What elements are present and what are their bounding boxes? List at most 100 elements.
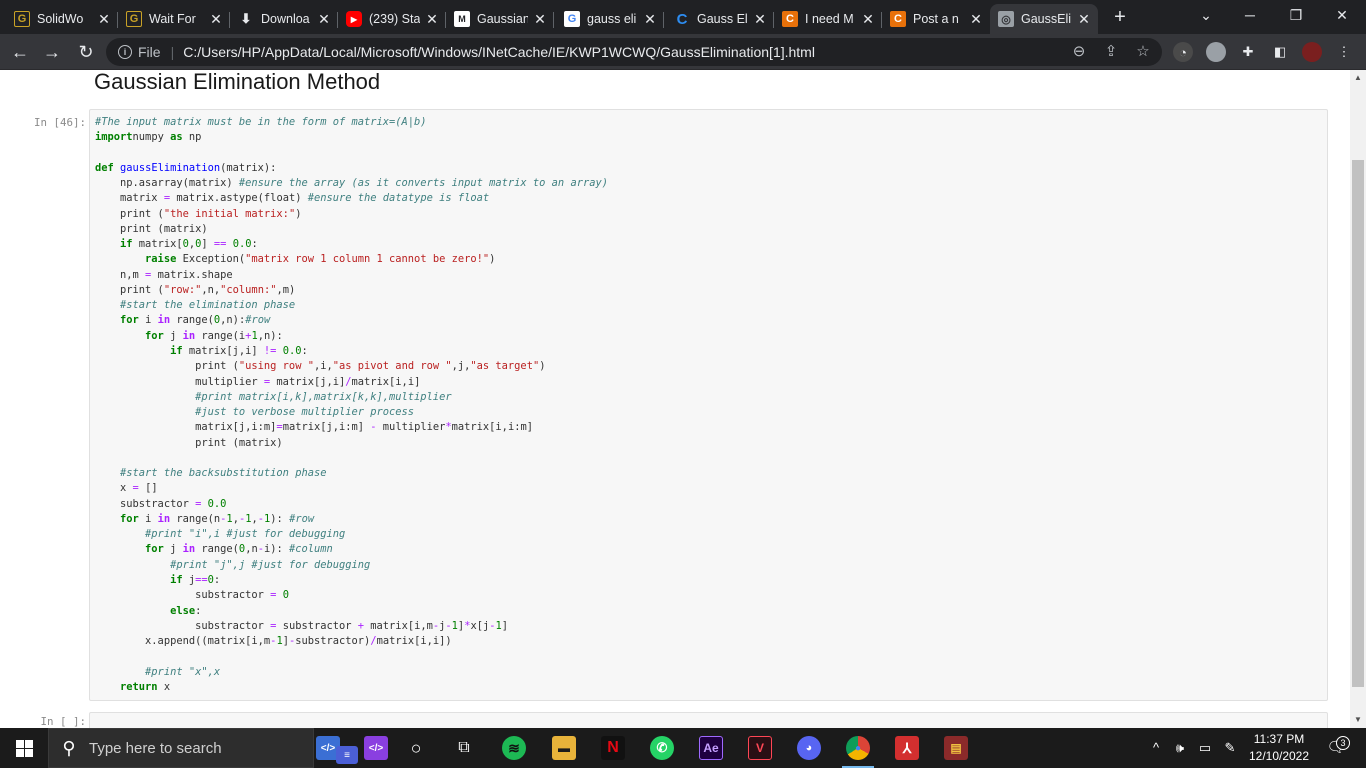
close-window-button[interactable]: ✕ [1320, 4, 1364, 28]
tab-solidworks[interactable]: G SolidWo ✕ [6, 4, 118, 34]
tab-youtube[interactable]: ▶ (239) Sta ✕ [338, 4, 446, 34]
close-icon[interactable]: ✕ [96, 11, 112, 28]
cortana-icon[interactable]: ○ [404, 736, 428, 760]
page-title: Gaussian Elimination Method [94, 70, 381, 94]
code-line: #print "i",i #just for debugging [145, 528, 346, 541]
spotify-icon[interactable]: ≋ [502, 736, 526, 760]
scheme-label: File [138, 44, 161, 60]
code-line: x.append((matrix[i,m-1]-substractor)/mat… [95, 635, 452, 648]
restore-button[interactable]: ❐ [1274, 4, 1318, 28]
tab-title: I need M [805, 12, 854, 26]
tab-gauss-el[interactable]: C Gauss El ✕ [666, 4, 774, 34]
code-line: #The input matrix must be in the form of… [95, 116, 427, 128]
scroll-down-arrow-icon[interactable]: ▼ [1350, 712, 1366, 728]
code-line: return x [120, 680, 171, 693]
clock[interactable]: 11:37 PM 12/10/2022 [1243, 731, 1315, 765]
tray-chevron-icon[interactable]: ^ [1148, 728, 1164, 768]
pen-icon[interactable]: ✎ [1220, 728, 1240, 768]
volume-icon[interactable]: 🕪 [1170, 728, 1190, 768]
close-icon[interactable]: ✕ [532, 11, 548, 28]
winrar-icon[interactable]: ▤ [944, 736, 968, 760]
file-explorer-icon[interactable]: ▬ [552, 736, 576, 760]
discord-icon[interactable]: ◕ [797, 736, 821, 760]
scrollbar-thumb[interactable] [1352, 160, 1364, 687]
taskbar-search-box[interactable]: ⚲ Type here to search [48, 728, 314, 768]
tab-search-chevron-icon[interactable]: ⌄ [1184, 4, 1228, 28]
scroll-up-arrow-icon[interactable]: ▲ [1350, 70, 1366, 86]
notification-center-icon[interactable]: 🗨 3 [1322, 728, 1350, 768]
close-icon[interactable]: ✕ [316, 11, 332, 28]
code-line: #print matrix[i,k],matrix[k,k],multiplie… [195, 390, 452, 403]
code-block: #The input matrix must be in the form of… [95, 115, 608, 695]
address-bar[interactable]: i File | C:/Users/HP/AppData/Local/Micro… [106, 38, 1162, 66]
forward-button[interactable]: → [40, 40, 64, 64]
share-icon[interactable]: ⇪ [1100, 38, 1122, 66]
tab-gaussian[interactable]: M Gaussian ✕ [446, 4, 554, 34]
profile-avatar[interactable] [1302, 42, 1322, 62]
code-line: #start the elimination phase [120, 299, 296, 312]
code-line: multiplier = matrix[j,i]/matrix[i,i] [95, 375, 421, 388]
tab-title: Gaussian [477, 12, 528, 26]
code-line: substractor = 0 [95, 589, 289, 602]
cell-prompt-empty: In [ ]: [40, 715, 86, 728]
code-line: print (matrix) [95, 436, 283, 449]
close-icon[interactable]: ✕ [424, 11, 440, 28]
windows-taskbar: ⚲ Type here to search </> ≡ </> ○ ⧉ ≋ ▬ … [0, 728, 1366, 768]
tab-title: gauss eli [587, 12, 637, 26]
netflix-icon[interactable]: N [601, 736, 625, 760]
start-button[interactable] [0, 728, 48, 768]
after-effects-icon[interactable]: Ae [699, 736, 723, 760]
close-icon[interactable]: ✕ [1076, 11, 1092, 28]
acrobat-icon[interactable]: ⅄ [895, 736, 919, 760]
close-icon[interactable]: ✕ [208, 11, 224, 28]
g-icon: G [14, 11, 30, 27]
code-line: for j in range(i+1,n): [145, 329, 283, 342]
menu-kebab-icon[interactable]: ⋮ [1334, 42, 1354, 62]
close-icon[interactable]: ✕ [860, 11, 876, 28]
tab-strip: G SolidWo ✕ G Wait For ✕ ⬇ Downloa ✕ ▶ (… [0, 0, 1366, 34]
minimize-button[interactable]: ─ [1228, 4, 1272, 28]
bookmark-star-icon[interactable]: ☆ [1132, 38, 1154, 66]
extensions-puzzle-icon[interactable]: ✚ [1238, 42, 1258, 62]
windows-logo-icon [15, 739, 33, 757]
tab-post-a[interactable]: C Post a n ✕ [882, 4, 990, 34]
side-panel-icon[interactable]: ◧ [1270, 42, 1290, 62]
empty-code-cell[interactable] [89, 712, 1328, 728]
zoom-icon[interactable]: ⊖ [1068, 38, 1090, 66]
code-cell[interactable]: #The input matrix must be in the form of… [89, 109, 1328, 701]
code-line: #just to verbose multiplier process [195, 406, 415, 419]
tab-google-search[interactable]: G gauss eli ✕ [556, 4, 664, 34]
task-view-icon[interactable]: ⧉ [452, 736, 476, 760]
info-icon[interactable]: i [118, 45, 132, 59]
tab-i-need[interactable]: C I need M ✕ [774, 4, 882, 34]
cell-prompt: In [46]: [33, 116, 86, 129]
close-icon[interactable]: ✕ [642, 11, 658, 28]
back-button[interactable]: ← [8, 40, 32, 64]
divider: | [170, 44, 175, 60]
code-line: if matrix[0,0] == 0.0: [120, 238, 258, 251]
vertical-scrollbar[interactable]: ▲ ▼ [1350, 70, 1366, 728]
search-placeholder: Type here to search [89, 739, 222, 757]
tab-title: (239) Sta [369, 12, 420, 26]
network-icon[interactable]: ▭ [1195, 728, 1215, 768]
new-tab-button[interactable]: + [1108, 6, 1132, 30]
notes-icon[interactable]: ≡ [336, 746, 358, 764]
code-line: print (matrix) [95, 222, 208, 235]
close-icon[interactable]: ✕ [752, 11, 768, 28]
tab-wait-for[interactable]: G Wait For ✕ [118, 4, 230, 34]
reload-button[interactable]: ↻ [74, 40, 98, 64]
devtools-icon[interactable]: </> [364, 736, 388, 760]
extension-spy-icon[interactable]: ◔ [1173, 42, 1193, 62]
code-line: for i in range(n-1,-1,-1): #row [120, 512, 315, 525]
chrome-icon[interactable]: ● [846, 736, 870, 760]
code-line: substractor = substractor + matrix[i,m-j… [95, 619, 509, 632]
g-icon: G [126, 11, 142, 27]
url-text[interactable]: C:/Users/HP/AppData/Local/Microsoft/Wind… [183, 44, 815, 60]
extension-circle-icon[interactable] [1206, 42, 1226, 62]
close-icon[interactable]: ✕ [968, 11, 984, 28]
whatsapp-icon[interactable]: ✆ [650, 736, 674, 760]
valorant-icon[interactable]: V [748, 736, 772, 760]
tab-downloads[interactable]: ⬇ Downloa ✕ [230, 4, 338, 34]
code-line: #print "x",x [145, 665, 221, 678]
tab-gausselimination-active[interactable]: ◎ GaussEli ✕ [990, 4, 1098, 34]
